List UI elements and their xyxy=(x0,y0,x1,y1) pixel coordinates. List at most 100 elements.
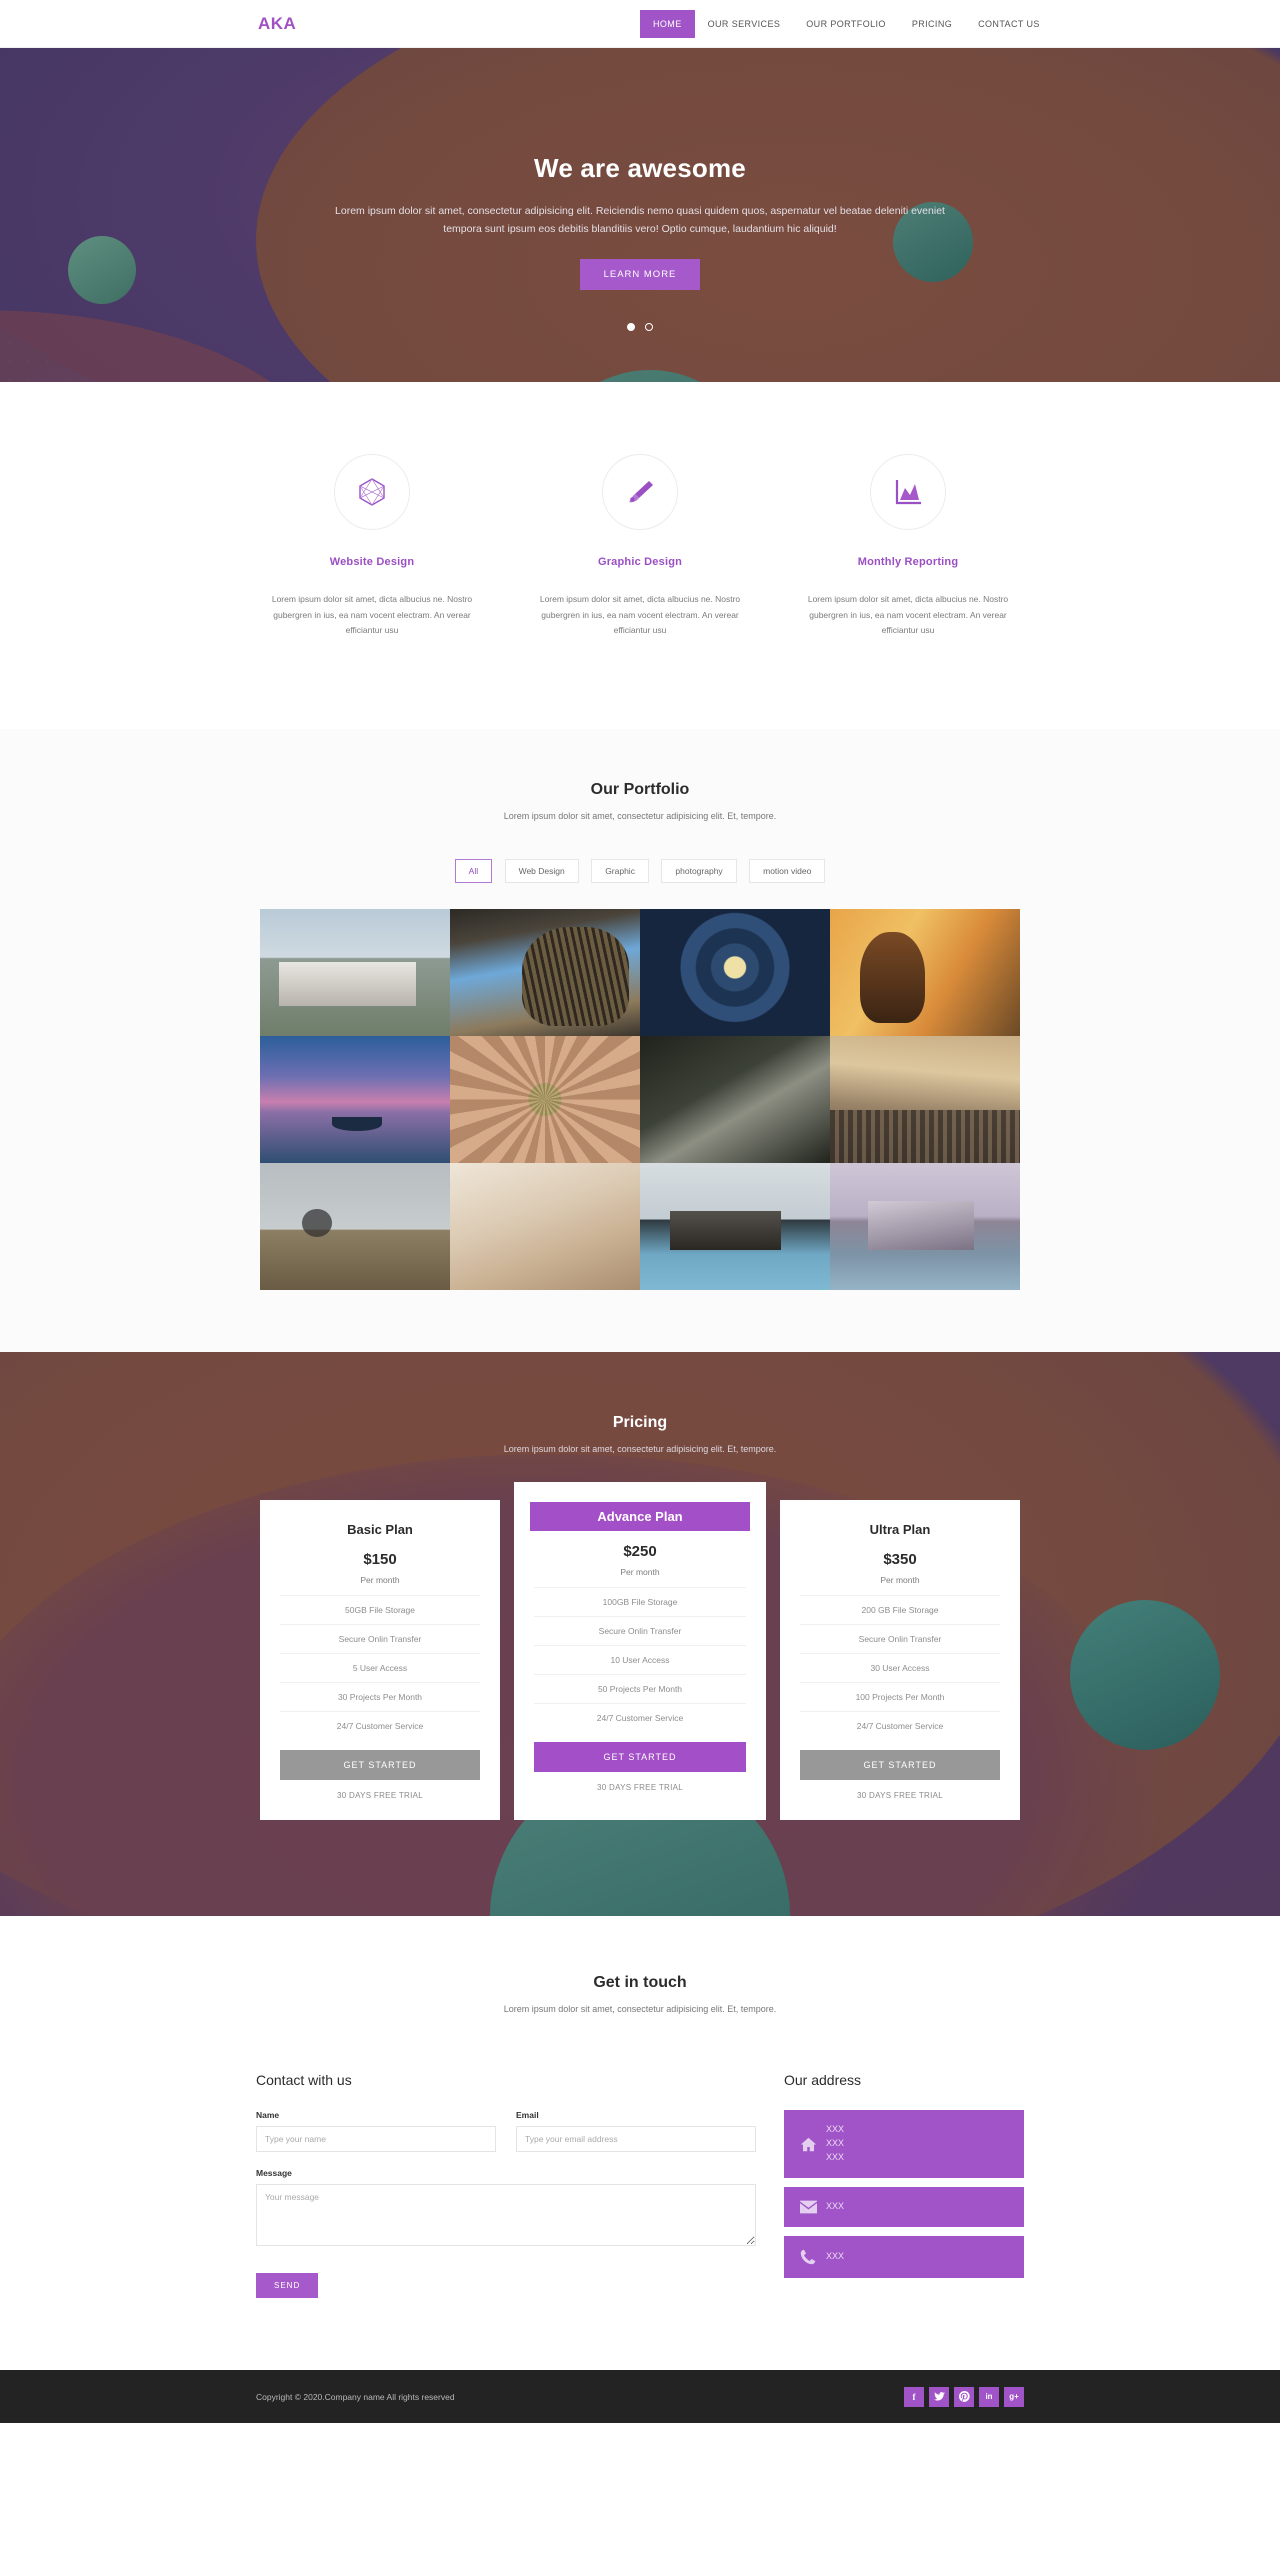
portfolio-item[interactable] xyxy=(640,909,830,1037)
plan-feature: 5 User Access xyxy=(280,1653,480,1682)
man-in-suit-dark-image xyxy=(640,1036,830,1164)
portfolio-title: Our Portfolio xyxy=(590,781,690,799)
email-input[interactable] xyxy=(516,2126,756,2153)
address-card-location[interactable]: XXX XXX XXX xyxy=(784,2110,1024,2178)
sand-dune-abstract-image xyxy=(450,1163,640,1291)
hero-section: We are awesome Lorem ipsum dolor sit ame… xyxy=(0,48,1280,382)
portfolio-item[interactable] xyxy=(830,1036,1020,1164)
plan-feature: Secure Onlin Transfer xyxy=(280,1624,480,1653)
portfolio-item[interactable] xyxy=(640,1163,830,1291)
nav-item-our-portfolio[interactable]: OUR PORTFOLIO xyxy=(793,10,899,38)
portfolio-item[interactable] xyxy=(260,909,450,1037)
envelope-icon xyxy=(800,2200,826,2214)
plan-feature: 24/7 Customer Service xyxy=(800,1711,1000,1740)
filter-web-design[interactable]: Web Design xyxy=(504,859,579,884)
portfolio-item[interactable] xyxy=(640,1036,830,1164)
contact-title: Get in touch xyxy=(593,1974,687,1992)
villa-with-pool-night-image xyxy=(640,1163,830,1291)
portfolio-filters: All Web Design Graphic photography motio… xyxy=(0,859,1280,884)
hero-title: We are awesome xyxy=(534,153,746,183)
plan-feature: 10 User Access xyxy=(534,1645,746,1674)
filter-all[interactable]: All xyxy=(454,859,493,884)
service-title: Graphic Design xyxy=(597,556,683,568)
service-card-graphic-design: Graphic Design Lorem ipsum dolor sit ame… xyxy=(524,454,756,639)
contact-form-heading: Contact with us xyxy=(256,2072,352,2089)
facebook-icon[interactable]: f xyxy=(904,2386,924,2407)
contact-form-column: Contact with us Name Email Message SEND xyxy=(256,2072,756,2299)
plan-trial-note: 30 DAYS FREE TRIAL xyxy=(336,1791,424,1801)
plan-price: $150 xyxy=(363,1551,397,1569)
get-started-button[interactable]: GET STARTED xyxy=(534,1742,746,1773)
paintbrush-icon xyxy=(602,454,678,530)
plan-feature: 50 Projects Per Month xyxy=(534,1674,746,1703)
city-street-crowd-image xyxy=(830,1036,1020,1164)
message-field-group: Message xyxy=(256,2168,756,2251)
plan-price: $250 xyxy=(623,1543,657,1561)
nav-item-contact-us[interactable]: CONTACT US xyxy=(965,10,1053,38)
home-icon xyxy=(800,2136,826,2153)
portfolio-grid xyxy=(260,909,1020,1291)
portfolio-item[interactable] xyxy=(260,1036,450,1164)
contact-columns: Contact with us Name Email Message SEND … xyxy=(256,2072,1024,2299)
filter-motion-video[interactable]: motion video xyxy=(749,859,826,884)
portfolio-subtitle: Lorem ipsum dolor sit amet, consectetur … xyxy=(503,811,777,822)
services-section: Website Design Lorem ipsum dolor sit ame… xyxy=(0,382,1280,730)
send-button[interactable]: SEND xyxy=(256,2273,319,2299)
brand-logo[interactable]: AKA xyxy=(258,14,296,34)
linkedin-icon[interactable]: in xyxy=(979,2386,999,2407)
googleplus-icon[interactable]: g+ xyxy=(1004,2386,1024,2407)
get-started-button[interactable]: GET STARTED xyxy=(800,1750,1000,1781)
curved-timber-building-image xyxy=(450,909,640,1037)
portfolio-item[interactable] xyxy=(830,909,1020,1037)
plan-feature: Secure Onlin Transfer xyxy=(534,1616,746,1645)
pricing-title: Pricing xyxy=(612,1414,668,1432)
hero-subtitle: Lorem ipsum dolor sit amet, consectetur … xyxy=(335,205,945,236)
plan-feature: 100GB File Storage xyxy=(534,1587,746,1616)
message-label: Message xyxy=(256,2168,292,2179)
plan-period: Per month xyxy=(880,1575,920,1586)
footer: Copyright © 2020.Company name All rights… xyxy=(0,2370,1280,2424)
chart-area-icon xyxy=(870,454,946,530)
name-label: Name xyxy=(256,2110,280,2121)
carousel-dots xyxy=(0,318,1280,336)
plan-card-ultra: Ultra Plan $350 Per month 200 GB File St… xyxy=(780,1500,1020,1821)
address-lines: XXX XXX XXX xyxy=(826,2124,845,2163)
plan-feature: 200 GB File Storage xyxy=(800,1595,1000,1624)
filter-graphic[interactable]: Graphic xyxy=(591,859,649,884)
portfolio-item[interactable] xyxy=(450,1036,640,1164)
nav-item-our-services[interactable]: OUR SERVICES xyxy=(695,10,794,38)
portfolio-item[interactable] xyxy=(450,1163,640,1291)
nav-item-pricing[interactable]: PRICING xyxy=(899,10,965,38)
twitter-icon[interactable] xyxy=(929,2386,949,2407)
message-textarea[interactable] xyxy=(256,2184,756,2247)
plan-period: Per month xyxy=(620,1567,660,1578)
learn-more-button[interactable]: LEARN MORE xyxy=(579,258,701,290)
carousel-dot-1[interactable] xyxy=(626,322,635,331)
modern-villa-dusk-image xyxy=(830,1163,1020,1291)
nav-item-home[interactable]: HOME xyxy=(640,9,695,38)
portfolio-item[interactable] xyxy=(450,909,640,1037)
service-card-website-design: Website Design Lorem ipsum dolor sit ame… xyxy=(256,454,488,639)
footer-inner: Copyright © 2020.Company name All rights… xyxy=(256,2386,1024,2407)
pricing-section: Pricing Lorem ipsum dolor sit amet, cons… xyxy=(0,1352,1280,1917)
name-field-group: Name xyxy=(256,2110,496,2153)
name-input[interactable] xyxy=(256,2126,496,2153)
hands-circle-on-grass-image xyxy=(450,1036,640,1164)
pinterest-icon[interactable] xyxy=(954,2386,974,2407)
plan-name: Ultra Plan xyxy=(869,1522,931,1538)
address-card-email[interactable]: XXX xyxy=(784,2186,1024,2227)
address-card-phone[interactable]: XXX xyxy=(784,2235,1024,2278)
get-started-button[interactable]: GET STARTED xyxy=(280,1750,480,1781)
portfolio-item[interactable] xyxy=(260,1163,450,1291)
plan-trial-note: 30 DAYS FREE TRIAL xyxy=(596,1783,684,1793)
plan-feature: 100 Projects Per Month xyxy=(800,1682,1000,1711)
filter-photography[interactable]: photography xyxy=(661,859,737,884)
service-title: Website Design xyxy=(329,556,415,568)
plan-feature: 30 Projects Per Month xyxy=(280,1682,480,1711)
portfolio-item[interactable] xyxy=(830,1163,1020,1291)
hexagon-wireframe-icon xyxy=(334,454,410,530)
plan-card-advance: Advance Plan $250 Per month 100GB File S… xyxy=(514,1482,766,1821)
pricing-plans: Basic Plan $150 Per month 50GB File Stor… xyxy=(260,1482,1020,1821)
carousel-dot-2[interactable] xyxy=(645,322,654,331)
plan-period: Per month xyxy=(360,1575,400,1586)
